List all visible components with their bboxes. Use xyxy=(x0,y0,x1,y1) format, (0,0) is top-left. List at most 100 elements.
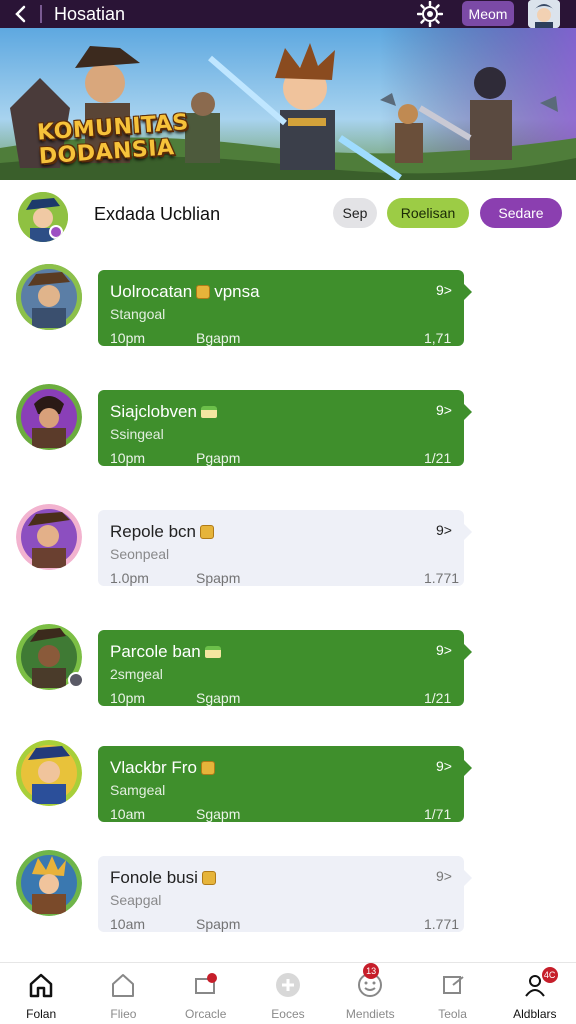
message-bubble[interactable]: Parcole ban 9> 2smgeal 10pm Sgapm 1/21 xyxy=(98,630,472,706)
coin-icon xyxy=(200,761,215,775)
message-bubble[interactable]: Repole bcn 9> Seonpeal 1.0pm Spapm 1.771 xyxy=(98,510,472,586)
avatar[interactable] xyxy=(16,504,82,570)
profile-avatar[interactable] xyxy=(528,0,560,28)
coin-icon xyxy=(200,525,215,539)
community-avatar[interactable] xyxy=(18,192,68,242)
home-icon xyxy=(27,971,55,999)
back-arrow-icon xyxy=(15,5,26,23)
share-icon xyxy=(439,971,467,999)
menu-button[interactable]: Meom xyxy=(462,1,514,26)
nav-item-flieo[interactable]: Flieo xyxy=(82,963,164,1024)
character-portrait-icon xyxy=(18,192,68,242)
avatar[interactable] xyxy=(16,384,82,450)
nav-label: Folan xyxy=(26,1007,57,1021)
message-tag: Sgapm xyxy=(196,806,241,822)
message-subtitle: Seapgal xyxy=(110,892,162,908)
message-subtitle: Samgeal xyxy=(110,782,166,798)
sticker-icon xyxy=(274,971,302,999)
avatar[interactable] xyxy=(16,264,82,330)
gear-icon xyxy=(417,1,443,27)
message-number: 1,71 xyxy=(424,330,452,346)
sender-name: Repole bcn xyxy=(110,522,197,541)
sedare-button[interactable]: Sedare xyxy=(480,198,562,228)
character-portrait-icon xyxy=(16,850,82,916)
nav-item-aldblars[interactable]: 4C Aldblars xyxy=(494,963,576,1024)
message-title: Repole bcn xyxy=(110,522,215,542)
avatar[interactable] xyxy=(16,740,82,806)
sender-name: Fonole busi xyxy=(110,868,198,887)
coin-icon xyxy=(201,871,216,885)
message-title: Parcole ban xyxy=(110,642,221,662)
character-portrait-icon xyxy=(16,740,82,806)
settings-button[interactable] xyxy=(414,0,446,28)
message-bubble[interactable]: Vlackbr Fro 9> Samgeal 10am Sgapm 1/71 xyxy=(98,746,472,822)
community-banner: KOMUNITAS DODANSIA xyxy=(0,28,576,180)
nav-label: Flieo xyxy=(110,1007,137,1021)
message-title: Siajclobven xyxy=(110,402,217,422)
message-subtitle: Stangoal xyxy=(110,306,166,322)
community-name: Exdada Ucblian xyxy=(94,204,221,224)
message-time: 10am xyxy=(110,916,146,932)
sender-name: Vlackbr Fro xyxy=(110,758,197,777)
character-portrait-icon xyxy=(16,264,82,330)
sep-button[interactable]: Sep xyxy=(333,198,377,228)
message-time: 10pm xyxy=(110,330,146,346)
app-bar: Hosatian Meom xyxy=(0,0,576,28)
bottom-nav: Folan Flieo Orcacle Eoces 13 Mendiets Te… xyxy=(0,962,576,1024)
nav-item-teola[interactable]: Teola xyxy=(411,963,493,1024)
reply-count[interactable]: 9> xyxy=(436,402,452,418)
character-portrait-icon xyxy=(16,384,82,450)
nav-label: Teola xyxy=(438,1007,467,1021)
notification-badge: 13 xyxy=(363,963,380,979)
character-portrait-icon xyxy=(16,504,82,570)
nav-item-mendiets[interactable]: 13 Mendiets xyxy=(329,963,411,1024)
roelisan-button[interactable]: Roelisan xyxy=(387,198,469,228)
message-bubble[interactable]: Fonole busi 9> Seapgal 10am Spapm 1.771 xyxy=(98,856,472,932)
house-outline-icon xyxy=(109,971,137,999)
message-subtitle: 2smgeal xyxy=(110,666,163,682)
message-tag: Pgapm xyxy=(196,450,241,466)
message-tag: Sgapm xyxy=(196,690,241,706)
message-subtitle: Seonpeal xyxy=(110,546,170,562)
nav-label: Eoces xyxy=(271,1007,305,1021)
reply-count[interactable]: 9> xyxy=(436,282,452,298)
cake-icon xyxy=(204,646,221,658)
notification-badge: 4C xyxy=(541,967,558,983)
list-item[interactable]: Vlackbr Fro 9> Samgeal 10am Sgapm 1/71 xyxy=(0,740,576,822)
nav-label: Mendiets xyxy=(345,1007,395,1021)
nav-item-eoces[interactable]: Eoces xyxy=(247,963,329,1024)
message-time: 10pm xyxy=(110,690,146,706)
reply-count[interactable]: 9> xyxy=(436,758,452,774)
reply-count[interactable]: 9> xyxy=(436,522,452,538)
message-tag: Spapm xyxy=(196,916,241,932)
message-time: 10pm xyxy=(110,450,146,466)
list-item[interactable]: Fonole busi 9> Seapgal 10am Spapm 1.771 xyxy=(0,850,576,932)
list-item[interactable]: Parcole ban 9> 2smgeal 10pm Sgapm 1/21 xyxy=(0,624,576,706)
nav-label: Aldblars xyxy=(513,1007,557,1021)
avatar[interactable] xyxy=(16,850,82,916)
sender-name: Uolrocatan xyxy=(110,282,193,301)
list-item[interactable]: Repole bcn 9> Seonpeal 1.0pm Spapm 1.771 xyxy=(0,504,576,586)
nav-item-folan[interactable]: Folan xyxy=(0,963,82,1024)
message-number: 1/71 xyxy=(424,806,452,822)
divider xyxy=(40,5,42,23)
message-title: Uolrocatan vpnsa xyxy=(110,282,260,302)
sender-suffix: vpnsa xyxy=(214,282,260,301)
back-button[interactable] xyxy=(0,0,40,28)
message-number: 1/21 xyxy=(424,450,452,466)
message-title: Vlackbr Fro xyxy=(110,758,215,778)
sender-name: Siajclobven xyxy=(110,402,197,421)
list-item[interactable]: Uolrocatan vpnsa 9> Stangoal 10pm Bgapm … xyxy=(0,264,576,346)
message-bubble[interactable]: Siajclobven 9> Ssingeal 10pm Pgapm 1/21 xyxy=(98,390,472,466)
chat-icon xyxy=(192,971,220,999)
reply-count[interactable]: 9> xyxy=(436,642,452,658)
message-time: 1.0pm xyxy=(110,570,149,586)
avatar-icon xyxy=(528,0,560,28)
nav-item-orcacle[interactable]: Orcacle xyxy=(165,963,247,1024)
nav-label: Orcacle xyxy=(185,1007,227,1021)
message-bubble[interactable]: Uolrocatan vpnsa 9> Stangoal 10pm Bgapm … xyxy=(98,270,472,346)
reply-count[interactable]: 9> xyxy=(436,868,452,884)
list-item[interactable]: Siajclobven 9> Ssingeal 10pm Pgapm 1/21 xyxy=(0,384,576,466)
message-tag: Bgapm xyxy=(196,330,241,346)
app-title: Hosatian xyxy=(54,3,126,24)
